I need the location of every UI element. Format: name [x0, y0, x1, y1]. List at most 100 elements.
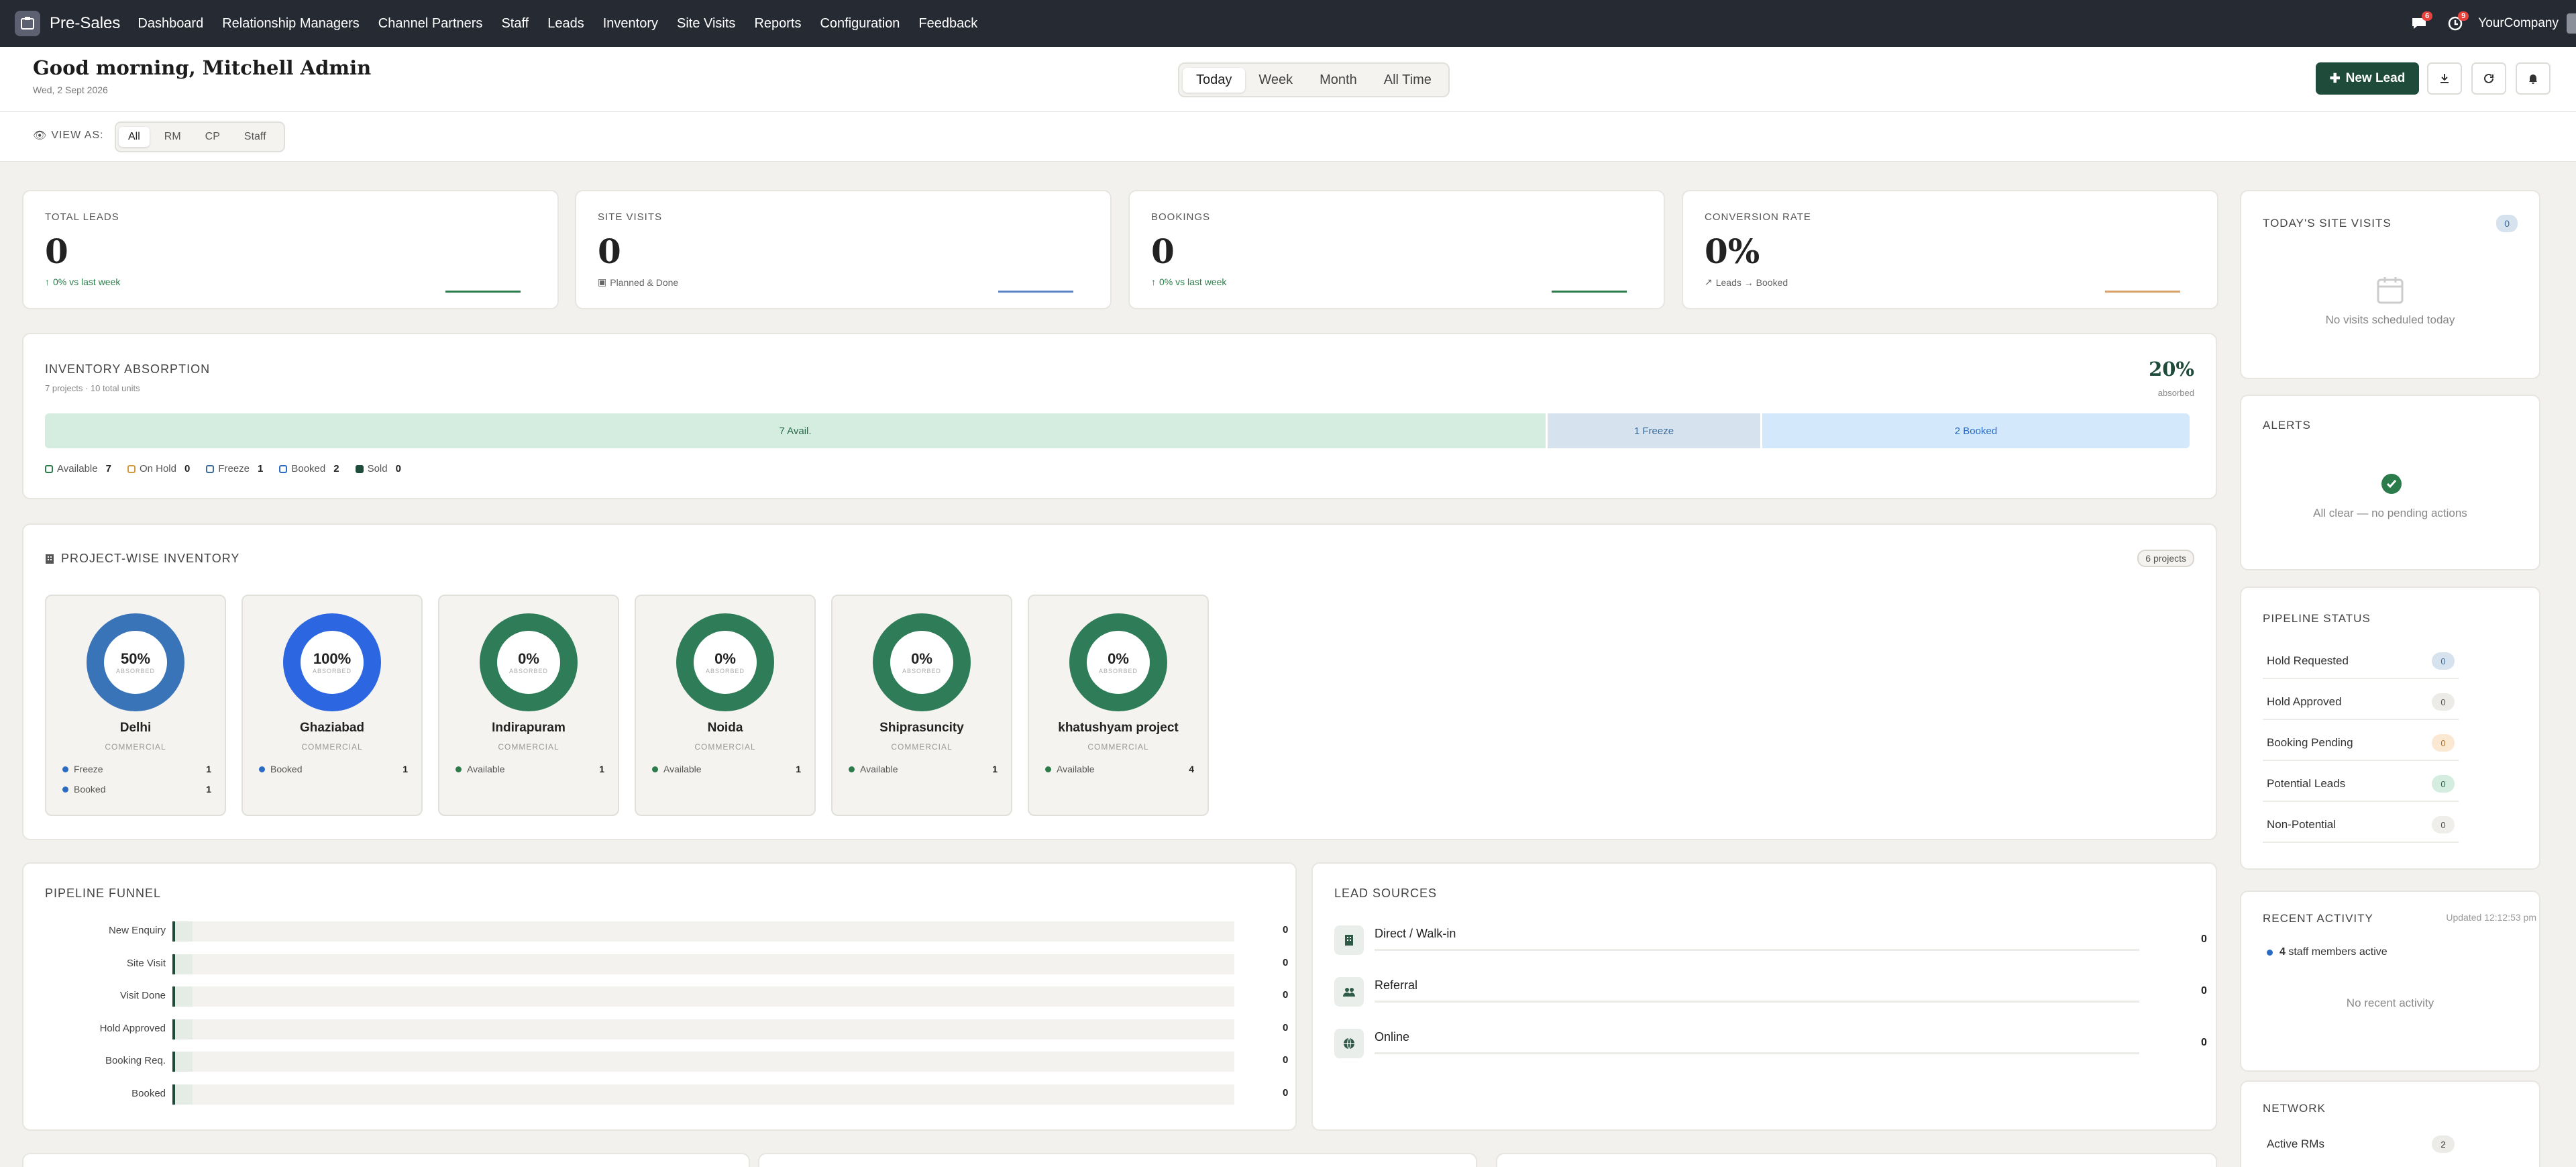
- funnel-stage-visit-done[interactable]: Visit Done 0: [45, 985, 1299, 1007]
- building-icon: [1334, 925, 1364, 955]
- inventory-subtitle: 7 projects · 10 total units: [45, 383, 140, 393]
- legend-swatch: [206, 464, 215, 473]
- kpi-card-site-visits[interactable]: SITE VISITS 0 ▣ Planned & Done: [575, 190, 1112, 309]
- funnel-stage-bar: [172, 986, 1234, 1007]
- pipeline-status-title: PIPELINE STATUS: [2263, 612, 2371, 625]
- pipeline-status-non-potential[interactable]: Non-Potential 0: [2263, 808, 2459, 843]
- funnel-stage-label: Hold Approved: [99, 1022, 166, 1034]
- project-card-indirapuram[interactable]: 0% ABSORBED Indirapuram COMMERCIAL Available…: [438, 595, 619, 816]
- kpi-card-conversion-rate[interactable]: CONVERSION RATE 0% ↗ Leads → Booked: [1682, 190, 2218, 309]
- funnel-stage-booking-req-[interactable]: Booking Req. 0: [45, 1050, 1299, 1072]
- current-date: Wed, 2 Sept 2026: [33, 85, 108, 95]
- nav-item-configuration[interactable]: Configuration: [820, 16, 900, 32]
- funnel-stage-hold-approved[interactable]: Hold Approved 0: [45, 1018, 1299, 1039]
- absorption-segment[interactable]: 1 Freeze: [1548, 413, 1760, 448]
- active-staff-count: 4: [2279, 946, 2286, 958]
- messages-icon[interactable]: 6: [2406, 10, 2433, 37]
- project-unit-row: Freeze 1: [62, 764, 211, 774]
- nav-item-site-visits[interactable]: Site Visits: [677, 16, 735, 32]
- lead-source-value: 0: [2201, 933, 2207, 945]
- absorption-donut: 0% ABSORBED: [873, 613, 971, 711]
- absorption-donut: 0% ABSORBED: [480, 613, 578, 711]
- lead-source-direct-walk-in[interactable]: Direct / Walk-in 0: [1334, 920, 2207, 959]
- new-lead-button[interactable]: ✚ New Lead: [2316, 62, 2419, 95]
- donut-label: ABSORBED: [902, 668, 941, 674]
- nav-item-feedback[interactable]: Feedback: [918, 16, 977, 32]
- company-switcher[interactable]: YourCompany: [2478, 16, 2559, 31]
- project-card-shiprasuncity[interactable]: 0% ABSORBED Shiprasuncity COMMERCIAL Availab…: [831, 595, 1012, 816]
- funnel-stage-booked[interactable]: Booked 0: [45, 1083, 1299, 1105]
- project-inventory-card: PROJECT-WISE INVENTORY 6 projects 50% ABS…: [22, 523, 2217, 840]
- kpi-card-total-leads[interactable]: TOTAL LEADS 0 ↑ 0% vs last week: [22, 190, 559, 309]
- project-type: COMMERCIAL: [1087, 742, 1149, 752]
- nav-item-reports[interactable]: Reports: [754, 16, 801, 32]
- project-unit-row: Available 4: [1045, 764, 1194, 774]
- project-unit-row: Available 1: [652, 764, 801, 774]
- funnel-stage-site-visit[interactable]: Site Visit 0: [45, 953, 1299, 974]
- lead-sources-title: LEAD SOURCES: [1334, 886, 1438, 900]
- nav-item-relationship-managers[interactable]: Relationship Managers: [222, 16, 360, 32]
- lead-source-label: Online: [1375, 1030, 1410, 1044]
- lead-source-online[interactable]: Online 0: [1334, 1023, 2207, 1062]
- nav-item-leads[interactable]: Leads: [547, 16, 584, 32]
- app-brand[interactable]: Pre-Sales: [50, 14, 120, 33]
- range-week[interactable]: Week: [1245, 68, 1306, 93]
- download-button[interactable]: [2427, 62, 2462, 95]
- pipeline-status-count: 0: [2432, 652, 2455, 670]
- view-as-all[interactable]: All: [119, 127, 150, 147]
- notifications-button[interactable]: [2516, 62, 2551, 95]
- pipeline-status-hold-requested[interactable]: Hold Requested 0: [2263, 644, 2459, 679]
- range-month[interactable]: Month: [1306, 68, 1371, 93]
- refresh-button[interactable]: [2471, 62, 2506, 95]
- lead-source-referral[interactable]: Referral 0: [1334, 972, 2207, 1011]
- pipeline-status-label: Potential Leads: [2267, 777, 2346, 790]
- activities-icon[interactable]: 9: [2442, 10, 2469, 37]
- project-name: khatushyam project: [1058, 721, 1179, 735]
- kpi-value: 0: [45, 232, 68, 271]
- absorption-segment[interactable]: 7 Avail.: [45, 413, 1546, 448]
- lead-source-value: 0: [2201, 1037, 2207, 1048]
- project-card-noida[interactable]: 0% ABSORBED Noida COMMERCIAL Available 1: [635, 595, 816, 816]
- project-card-khatushyam-project[interactable]: 0% ABSORBED khatushyam project COMMERCIAL Av…: [1028, 595, 1209, 816]
- view-as-cp[interactable]: CP: [196, 127, 229, 147]
- kpi-subtext: ↑ 0% vs last week: [45, 276, 121, 287]
- network-card: NETWORK Active RMs 2: [2240, 1080, 2540, 1167]
- view-as-staff[interactable]: Staff: [235, 127, 276, 147]
- user-avatar[interactable]: [2567, 13, 2576, 34]
- pipeline-status-count: 0: [2432, 775, 2455, 793]
- range-today[interactable]: Today: [1183, 67, 1246, 93]
- kpi-card-bookings[interactable]: BOOKINGS 0 ↑ 0% vs last week: [1128, 190, 1665, 309]
- kpi-sparkline: [998, 291, 1073, 293]
- kpi-title: CONVERSION RATE: [1705, 211, 1811, 223]
- nav-item-dashboard[interactable]: Dashboard: [138, 16, 203, 32]
- pipeline-funnel-card: PIPELINE FUNNEL New Enquiry 0 Site Visit 0 V…: [22, 862, 1297, 1131]
- nav-item-channel-partners[interactable]: Channel Partners: [378, 16, 483, 32]
- view-as-rm[interactable]: RM: [155, 127, 191, 147]
- nav-item-inventory[interactable]: Inventory: [603, 16, 658, 32]
- project-card-ghaziabad[interactable]: 100% ABSORBED Ghaziabad COMMERCIAL Booked 1: [241, 595, 423, 816]
- nav-item-staff[interactable]: Staff: [501, 16, 529, 32]
- app-logo-icon[interactable]: [15, 11, 40, 36]
- absorption-segment[interactable]: 2 Booked: [1762, 413, 2190, 448]
- project-unit-row: Booked 1: [62, 784, 211, 795]
- pipeline-status-card: PIPELINE STATUS Hold Requested 0 Hold Appr…: [2240, 587, 2540, 870]
- legend-item-available: Available 7: [45, 463, 111, 474]
- project-card-delhi[interactable]: 50% ABSORBED Delhi COMMERCIAL Freeze 1 Booked 1: [45, 595, 226, 816]
- project-unit-row: Booked 1: [259, 764, 408, 774]
- pipeline-status-label: Booking Pending: [2267, 736, 2353, 749]
- funnel-stage-new-enquiry[interactable]: New Enquiry 0: [45, 920, 1299, 942]
- donut-label: ABSORBED: [312, 668, 352, 674]
- pipeline-status-booking-pending[interactable]: Booking Pending 0: [2263, 726, 2459, 761]
- project-name: Indirapuram: [492, 721, 566, 735]
- donut-label: ABSORBED: [508, 668, 548, 674]
- site-visits-title: TODAY'S SITE VISITS: [2263, 217, 2392, 230]
- pipeline-status-hold-approved[interactable]: Hold Approved 0: [2263, 685, 2459, 720]
- project-type: COMMERCIAL: [891, 742, 953, 752]
- kpi-sparkline: [2105, 291, 2180, 293]
- pipeline-status-potential-leads[interactable]: Potential Leads 0: [2263, 767, 2459, 802]
- project-type: COMMERCIAL: [301, 742, 363, 752]
- kpi-title: BOOKINGS: [1151, 211, 1211, 223]
- range-all-time[interactable]: All Time: [1371, 68, 1445, 93]
- kpi-sparkline: [445, 291, 521, 293]
- network-row-active-rms[interactable]: Active RMs 2: [2263, 1127, 2459, 1162]
